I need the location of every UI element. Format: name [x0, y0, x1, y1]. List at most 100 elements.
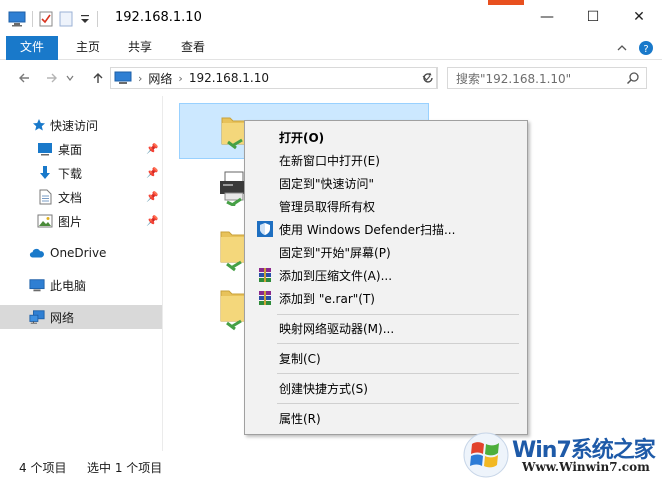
menu-item-take-ownership[interactable]: 管理员取得所有权 — [247, 195, 525, 217]
desktop-icon — [37, 141, 53, 157]
star-icon — [31, 117, 47, 133]
menu-item-open-new-window[interactable]: 在新窗口中打开(E) — [247, 149, 525, 171]
forward-button[interactable] — [42, 68, 62, 88]
up-button[interactable] — [88, 68, 108, 88]
tab-file[interactable]: 文件 — [6, 36, 58, 60]
sidebar-item-this-pc[interactable]: 此电脑 — [0, 273, 162, 297]
menu-item-open[interactable]: 打开(O) — [247, 126, 525, 148]
address-bar[interactable]: › 网络 › 192.168.1.10 — [110, 67, 437, 89]
menu-item-create-shortcut[interactable]: 创建快捷方式(S) — [247, 377, 525, 399]
document-icon — [37, 189, 53, 205]
menu-item-label: 属性(R) — [279, 411, 321, 426]
quick-access-toolbar — [8, 9, 98, 29]
sidebar-item-label: 文档 — [58, 190, 83, 205]
refresh-icon — [422, 72, 433, 83]
sidebar-item-label: 图片 — [58, 214, 83, 229]
menu-item-label: 固定到"快速访问" — [279, 176, 375, 191]
menu-item-label: 管理员取得所有权 — [279, 199, 376, 214]
menu-item-pin-start[interactable]: 固定到"开始"屏幕(P) — [247, 241, 525, 263]
ribbon-controls: ? — [616, 40, 654, 56]
chevron-down-icon — [66, 75, 74, 81]
menu-item-label: 复制(C) — [279, 351, 321, 366]
pin-icon[interactable]: 📌 — [146, 168, 158, 179]
sidebar-item-label: 下载 — [58, 166, 83, 181]
picture-icon — [37, 213, 53, 229]
winrar-icon — [259, 291, 271, 305]
breadcrumb-separator[interactable]: › — [178, 72, 182, 85]
breadcrumb-host[interactable]: 192.168.1.10 — [189, 71, 269, 85]
item-count: 4 个项目 — [19, 461, 67, 475]
windows-logo-icon — [463, 432, 509, 478]
sidebar-item-label: 桌面 — [58, 142, 83, 157]
svg-text:?: ? — [643, 44, 648, 55]
new-folder-icon[interactable] — [59, 11, 73, 27]
context-menu: 打开(O) 在新窗口中打开(E) 固定到"快速访问" 管理员取得所有权 使用 W… — [244, 120, 528, 435]
help-icon[interactable]: ? — [638, 40, 654, 56]
search-icon[interactable] — [626, 71, 640, 85]
menu-item-label: 在新窗口中打开(E) — [279, 153, 380, 168]
menu-item-pin-quick-access[interactable]: 固定到"快速访问" — [247, 172, 525, 194]
watermark-url: Www.Winwin7.com — [522, 460, 650, 474]
maximize-button[interactable]: ☐ — [570, 0, 616, 34]
sidebar-item-downloads[interactable]: 下载 📌 — [0, 161, 162, 185]
sidebar-item-quick-access[interactable]: 快速访问 — [0, 113, 162, 137]
sidebar-item-label: 快速访问 — [50, 118, 99, 133]
expand-ribbon-icon[interactable] — [616, 43, 628, 53]
menu-separator — [277, 314, 519, 315]
window-accent-strip — [488, 0, 524, 5]
tab-home[interactable]: 主页 — [70, 36, 106, 60]
tab-view[interactable]: 查看 — [175, 36, 211, 60]
arrow-up-icon — [93, 73, 103, 83]
computer-icon — [29, 277, 45, 293]
ribbon: 文件 主页 共享 查看 ? — [0, 36, 662, 60]
sidebar-item-desktop[interactable]: 桌面 📌 — [0, 137, 162, 161]
menu-item-add-archive[interactable]: 添加到压缩文件(A)... — [247, 264, 525, 286]
sidebar-item-documents[interactable]: 文档 📌 — [0, 185, 162, 209]
toolbar-separator — [32, 11, 33, 27]
sidebar-item-network[interactable]: 网络 — [0, 305, 162, 329]
cloud-icon — [29, 245, 45, 261]
computer-icon — [8, 11, 26, 27]
menu-item-defender-scan[interactable]: 使用 Windows Defender扫描... — [247, 218, 525, 240]
computer-icon — [114, 71, 132, 84]
winrar-icon — [259, 268, 271, 282]
arrow-left-icon — [19, 73, 29, 83]
menu-item-label: 打开(O) — [279, 130, 325, 145]
search-placeholder: 搜索"192.168.1.10" — [456, 71, 572, 86]
breadcrumb-separator: › — [138, 71, 143, 85]
sidebar-item-pictures[interactable]: 图片 📌 — [0, 209, 162, 233]
toolbar-separator — [97, 11, 98, 27]
arrow-right-icon — [47, 73, 57, 83]
sidebar-item-label: OneDrive — [50, 246, 107, 260]
pin-icon[interactable]: 📌 — [146, 192, 158, 203]
tab-share[interactable]: 共享 — [122, 36, 158, 60]
navigation-pane: 快速访问 桌面 📌 下载 📌 文档 📌 图片 📌 OneDrive 此电脑 网络 — [0, 96, 162, 451]
menu-item-add-erar[interactable]: 添加到 "e.rar"(T) — [247, 287, 525, 309]
menu-separator — [277, 343, 519, 344]
network-icon — [29, 309, 45, 325]
menu-item-map-drive[interactable]: 映射网络驱动器(M)... — [247, 317, 525, 339]
sidebar-item-label: 网络 — [50, 310, 75, 325]
pin-icon[interactable]: 📌 — [146, 216, 158, 227]
recent-locations-button[interactable] — [64, 68, 76, 88]
pin-icon[interactable]: 📌 — [146, 144, 158, 155]
navigation-bar: › 网络 › 192.168.1.10 搜索"192.168.1.10" — [0, 60, 662, 96]
menu-item-label: 创建快捷方式(S) — [279, 381, 368, 396]
close-button[interactable]: ✕ — [616, 0, 662, 34]
minimize-button[interactable]: — — [524, 0, 570, 34]
sidebar-item-label: 此电脑 — [50, 278, 87, 293]
chevron-down-icon[interactable] — [79, 11, 91, 27]
shared-folder-icon — [220, 231, 246, 272]
menu-item-properties[interactable]: 属性(R) — [247, 407, 525, 429]
menu-item-label: 添加到 "e.rar"(T) — [279, 291, 375, 306]
title-bar: 192.168.1.10 — ☐ ✕ — [0, 0, 662, 36]
breadcrumb-network[interactable]: 网络 — [148, 70, 172, 87]
back-button[interactable] — [14, 68, 34, 88]
selected-count: 选中 1 个项目 — [87, 461, 163, 475]
properties-icon[interactable] — [39, 11, 53, 27]
menu-item-copy[interactable]: 复制(C) — [247, 347, 525, 369]
search-input[interactable]: 搜索"192.168.1.10" — [447, 67, 647, 89]
refresh-button[interactable] — [418, 67, 438, 89]
sidebar-item-onedrive[interactable]: OneDrive — [0, 241, 162, 265]
menu-item-label: 添加到压缩文件(A)... — [279, 268, 393, 283]
